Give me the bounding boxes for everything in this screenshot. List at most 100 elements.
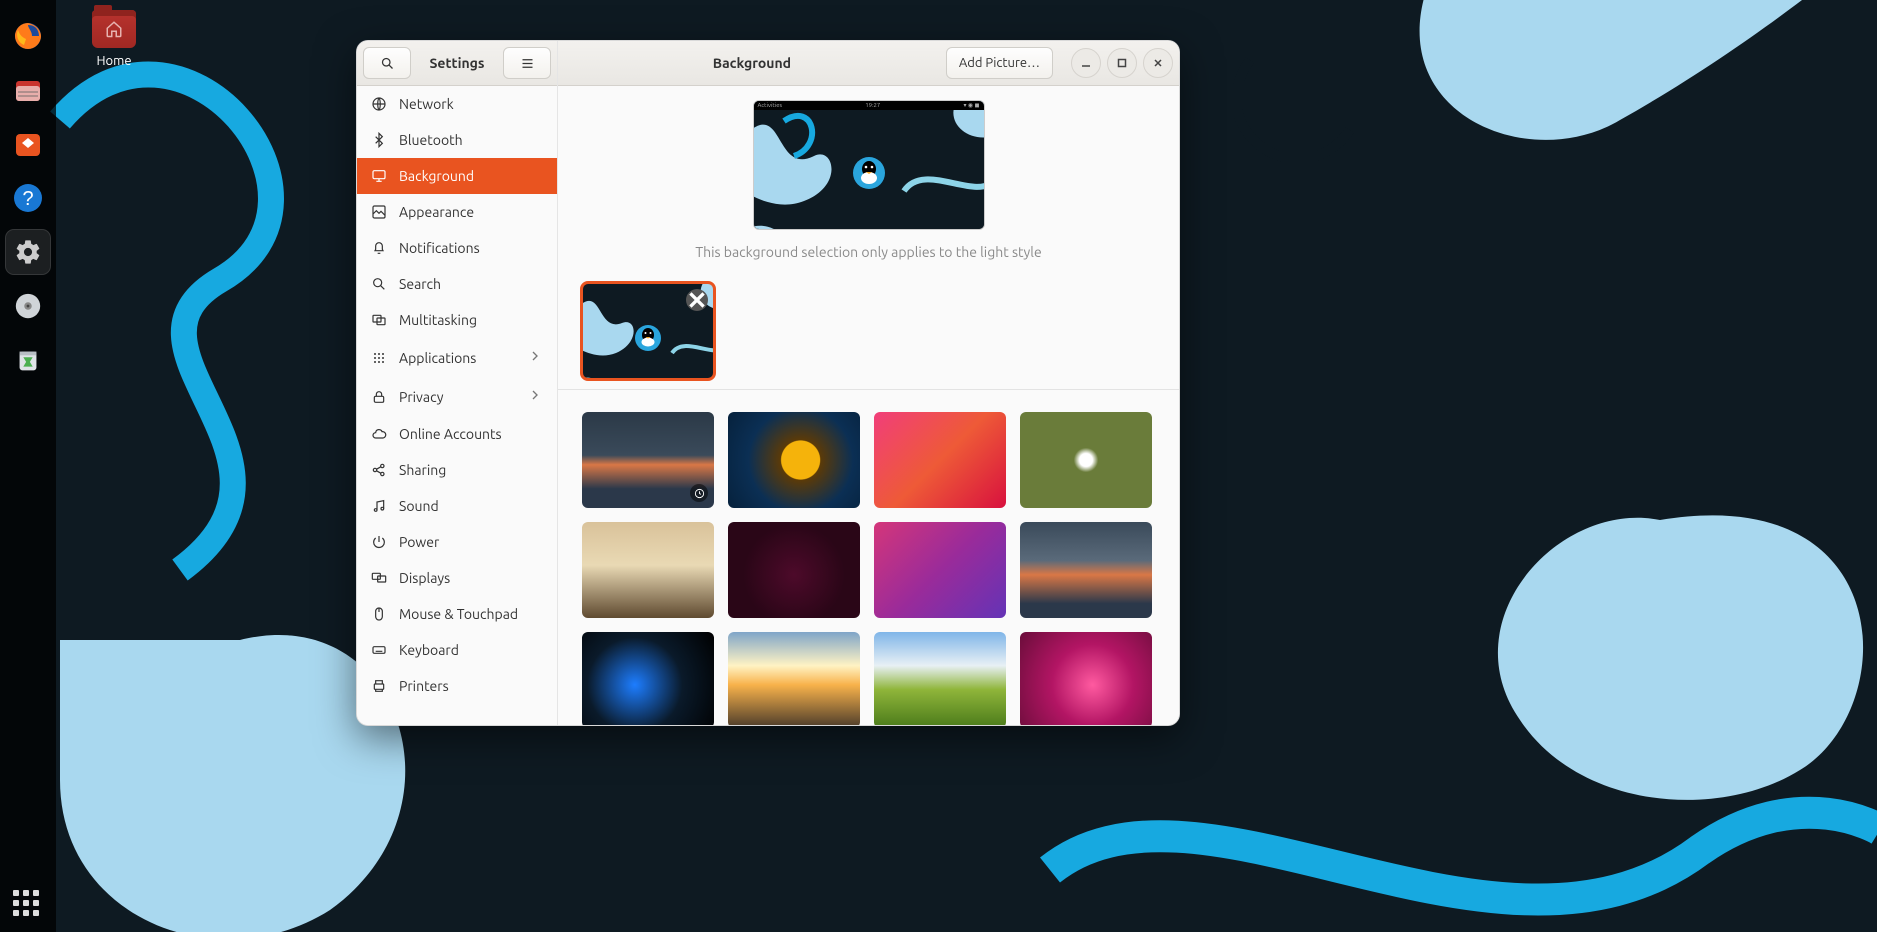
dynamic-wallpaper-icon [690,484,708,502]
background-hint: This background selection only applies t… [695,244,1041,260]
nav-item-privacy[interactable]: Privacy [357,377,557,416]
preview-activities-label: Activities [758,102,783,109]
nav-item-printers[interactable]: Printers [357,668,557,704]
dock-trash[interactable] [6,338,50,382]
dock-firefox[interactable] [6,14,50,58]
nav-item-power[interactable]: Power [357,524,557,560]
keyboard-icon [371,642,387,658]
nav-item-appearance[interactable]: Appearance [357,194,557,230]
lock-icon [371,389,387,405]
nav-item-sound[interactable]: Sound [357,488,557,524]
nav-item-mouse[interactable]: Mouse & Touchpad [357,596,557,632]
settings-content-pane: Background Add Picture… [558,41,1179,725]
nav-item-multitasking[interactable]: Multitasking [357,302,557,338]
wallpaper-country-road[interactable] [582,522,714,618]
chevron-right-icon [527,348,543,367]
dock-disk[interactable] [6,284,50,328]
wallpaper-blossom[interactable] [1020,412,1152,508]
nav-item-applications[interactable]: Applications [357,338,557,377]
nav-item-notifications[interactable]: Notifications [357,230,557,266]
cloud-icon [371,426,387,442]
dock-files[interactable] [6,68,50,112]
wallpaper-jellyfish-pink[interactable] [1020,632,1152,725]
builtin-wallpapers-grid [582,412,1155,725]
dock: ? [0,0,56,932]
nav-item-label: Appearance [399,204,474,220]
settings-left-headerbar: Settings [357,41,557,86]
share-icon [371,462,387,478]
settings-window: Settings Network Bluetooth Background Appea… [356,40,1180,726]
nav-item-displays[interactable]: Displays [357,560,557,596]
remove-wallpaper-button[interactable] [686,289,708,311]
nav-item-network[interactable]: Network [357,86,557,122]
nav-item-label: Printers [399,678,449,694]
nav-item-bluetooth[interactable]: Bluetooth [357,122,557,158]
settings-title: Settings [417,55,497,71]
add-picture-button[interactable]: Add Picture… [946,47,1053,79]
dock-show-applications[interactable] [13,890,43,920]
windows-icon [371,312,387,328]
nav-item-label: Background [399,168,474,184]
search-button[interactable] [363,47,411,79]
nav-item-keyboard[interactable]: Keyboard [357,632,557,668]
wallpaper-sunflower[interactable] [728,412,860,508]
nav-item-background[interactable]: Background [357,158,557,194]
window-minimize-button[interactable] [1071,48,1101,78]
window-close-button[interactable] [1143,48,1173,78]
nav-item-label: Bluetooth [399,132,463,148]
dock-help[interactable]: ? [6,176,50,220]
settings-sidebar-pane: Settings Network Bluetooth Background Appea… [357,41,558,725]
search-icon [371,276,387,292]
nav-item-online-accounts[interactable]: Online Accounts [357,416,557,452]
preview-clock: 19:27 [865,102,880,109]
desktop: Home ? [0,0,1877,932]
chevron-right-icon [527,387,543,406]
wallpaper-sunset-mountains[interactable] [728,632,860,725]
window-maximize-button[interactable] [1107,48,1137,78]
wallpaper-jellyfish-dark[interactable] [728,522,860,618]
home-folder-icon [92,10,136,48]
background-content: Activities 19:27 ▾ ◉ ◼ This background s… [558,86,1179,725]
page-title: Background [564,55,940,71]
nav-item-label: Keyboard [399,642,459,658]
displays-icon [371,570,387,586]
power-icon [371,534,387,550]
desktop-home-label: Home [82,54,146,68]
wallpaper-neon-blue[interactable] [582,632,714,725]
svg-text:?: ? [22,188,33,210]
background-preview: Activities 19:27 ▾ ◉ ◼ [753,100,985,230]
brush-icon [371,204,387,220]
nav-item-label: Sound [399,498,439,514]
nav-item-label: Network [399,96,454,112]
nav-item-sharing[interactable]: Sharing [357,452,557,488]
dock-settings[interactable] [6,230,50,274]
nav-item-label: Power [399,534,439,550]
nav-item-label: Applications [399,350,476,366]
monitor-icon [371,168,387,184]
nav-item-label: Notifications [399,240,480,256]
desktop-home-folder[interactable]: Home [82,10,146,68]
wallpaper-polygonal-red[interactable] [874,412,1006,508]
settings-right-headerbar: Background Add Picture… [558,41,1179,86]
nav-item-label: Multitasking [399,312,477,328]
dock-software[interactable] [6,122,50,166]
nav-item-label: Privacy [399,389,443,405]
bluetooth-icon [371,132,387,148]
wallpaper-custom-dark-wave[interactable] [582,283,714,379]
nav-item-label: Displays [399,570,450,586]
custom-wallpapers-grid [582,283,1155,379]
wallpaper-green-meadow[interactable] [874,632,1006,725]
wallpaper-sunset-lake-mirror[interactable] [1020,522,1152,618]
globe-icon [371,96,387,112]
hamburger-menu-button[interactable] [503,47,551,79]
nav-item-search[interactable]: Search [357,266,557,302]
grid-icon [371,350,387,366]
note-icon [371,498,387,514]
settings-nav-list: Network Bluetooth Background Appearance Noti… [357,86,557,725]
nav-item-label: Search [399,276,441,292]
wallpaper-sunset-lake[interactable] [582,412,714,508]
nav-item-label: Sharing [399,462,446,478]
wallpaper-purple-gradient[interactable] [874,522,1006,618]
mouse-icon [371,606,387,622]
nav-item-label: Mouse & Touchpad [399,606,518,622]
